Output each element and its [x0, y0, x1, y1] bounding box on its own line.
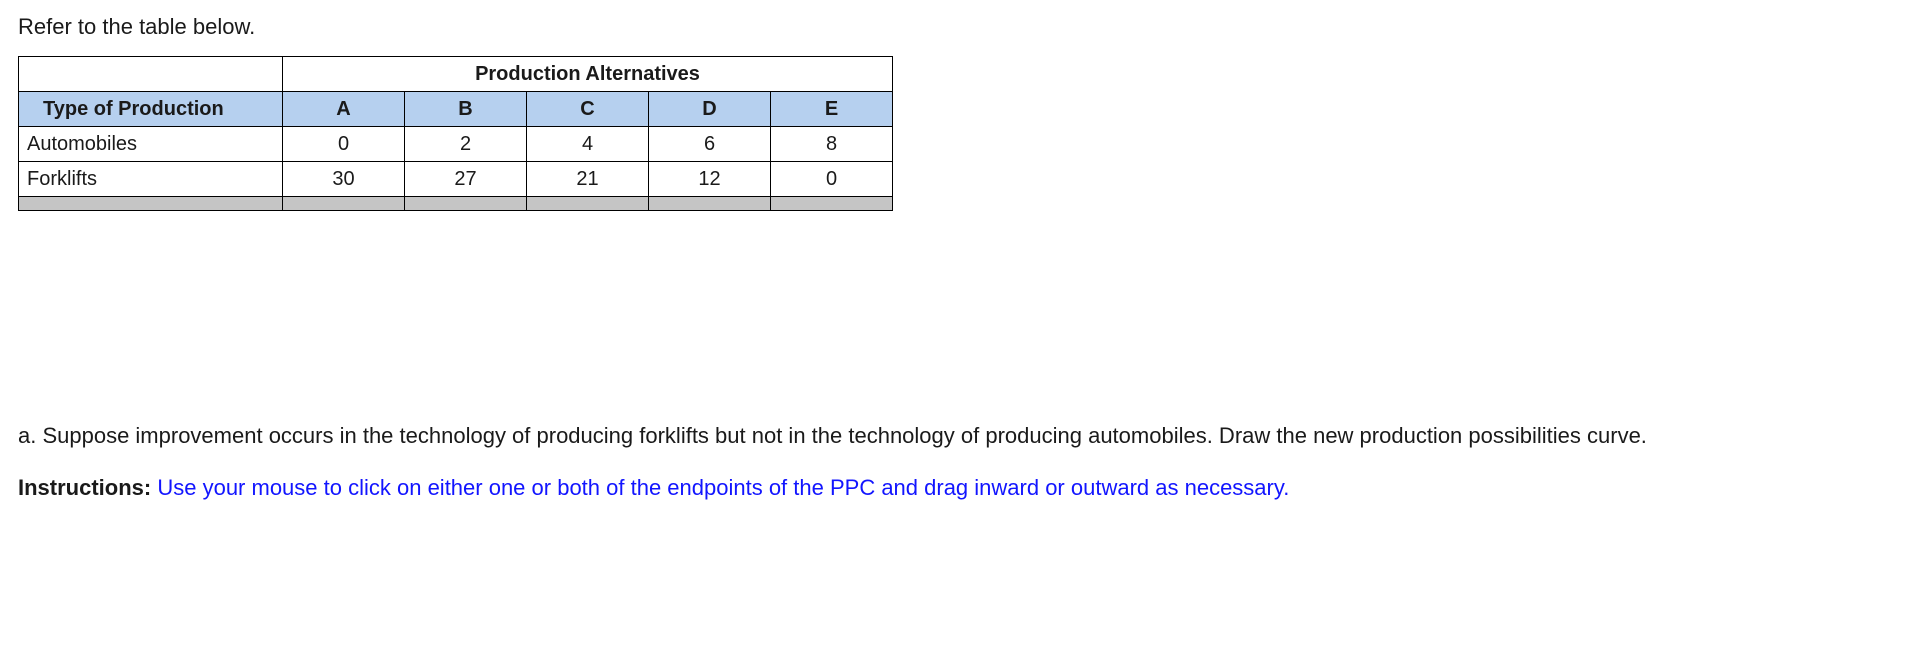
cell: 21 — [527, 162, 649, 197]
col-a-header: A — [283, 92, 405, 127]
alternatives-header: Production Alternatives — [283, 57, 893, 92]
spacer — [18, 221, 1914, 421]
row-label-forklifts: Forklifts — [19, 162, 283, 197]
type-of-production-header: Type of Production — [19, 92, 283, 127]
col-d-header: D — [649, 92, 771, 127]
col-b-header: B — [405, 92, 527, 127]
instructions: Instructions: Use your mouse to click on… — [18, 473, 1914, 503]
cell: 4 — [527, 127, 649, 162]
cell: 8 — [771, 127, 893, 162]
cell: 27 — [405, 162, 527, 197]
empty-cell — [19, 57, 283, 92]
table-row: Type of Production A B C D E — [19, 92, 893, 127]
production-table-wrap: Production Alternatives Type of Producti… — [18, 56, 1914, 211]
col-c-header: C — [527, 92, 649, 127]
cell: 12 — [649, 162, 771, 197]
row-label-automobiles: Automobiles — [19, 127, 283, 162]
cell: 6 — [649, 127, 771, 162]
production-table: Production Alternatives Type of Producti… — [18, 56, 893, 211]
cell: 30 — [283, 162, 405, 197]
instructions-lead: Instructions: — [18, 475, 151, 500]
cell: 0 — [771, 162, 893, 197]
col-e-header: E — [771, 92, 893, 127]
table-footer-strip — [19, 197, 893, 211]
instructions-body: Use your mouse to click on either one or… — [151, 475, 1289, 500]
question-a-text: a. Suppose improvement occurs in the tec… — [18, 421, 1898, 451]
cell: 2 — [405, 127, 527, 162]
table-row: Automobiles 0 2 4 6 8 — [19, 127, 893, 162]
question-container: Refer to the table below. Production Alt… — [0, 0, 1932, 546]
table-row: Forklifts 30 27 21 12 0 — [19, 162, 893, 197]
cell: 0 — [283, 127, 405, 162]
table-row: Production Alternatives — [19, 57, 893, 92]
intro-text: Refer to the table below. — [18, 14, 1914, 40]
